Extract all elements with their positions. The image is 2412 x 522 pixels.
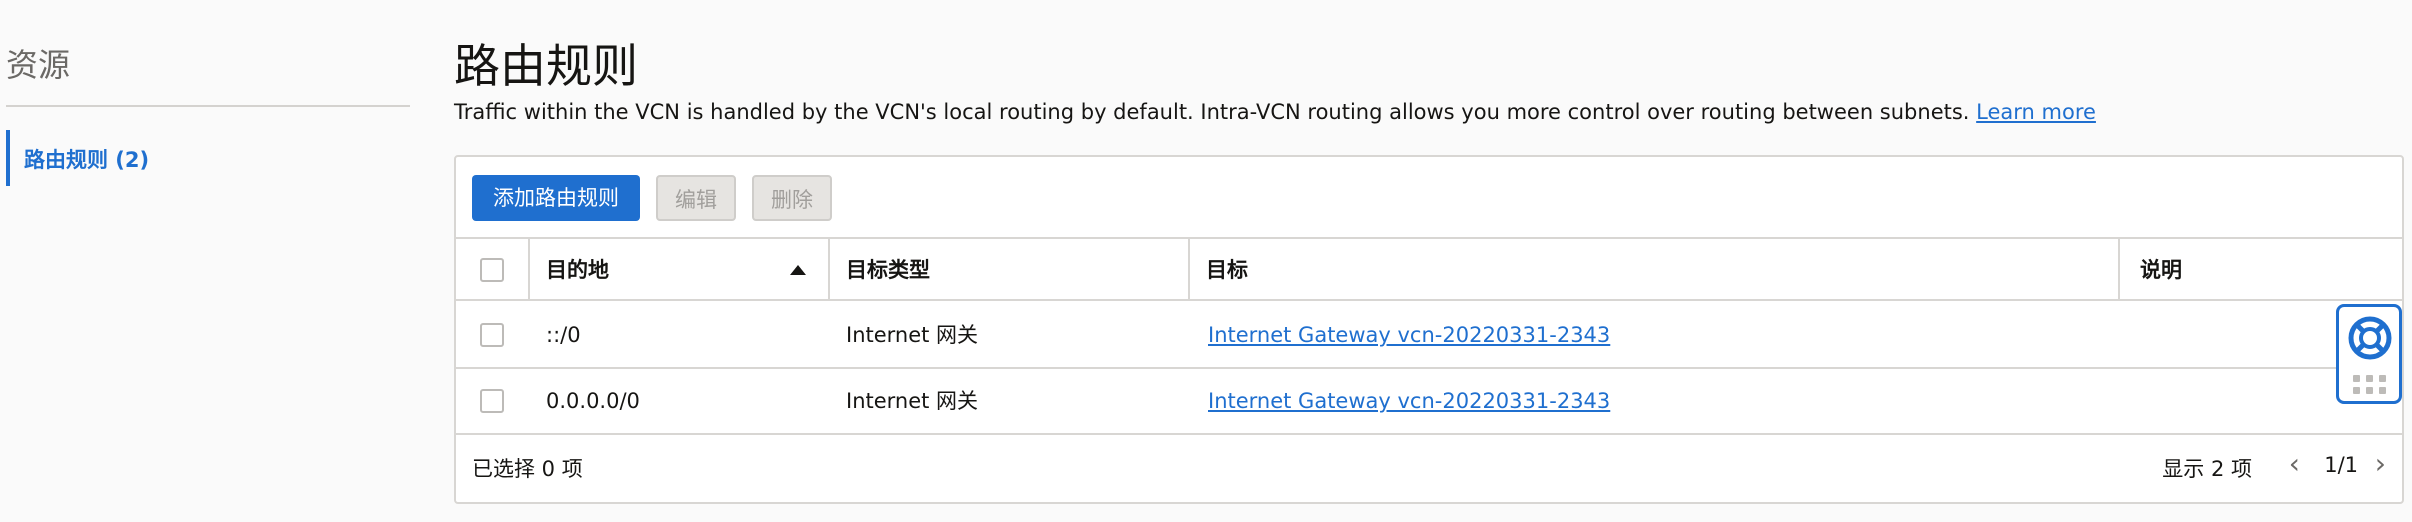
chevron-right-icon[interactable]: › xyxy=(2375,449,2386,479)
row-checkbox[interactable] xyxy=(480,389,504,413)
table-header: 目的地 目标类型 目标 说明 xyxy=(456,237,2402,301)
sidebar-divider xyxy=(6,105,410,107)
lifebuoy-icon xyxy=(2348,316,2392,360)
selected-count: 已选择 0 项 xyxy=(472,457,583,481)
cell-target: Internet Gateway vcn-20220331-2343 xyxy=(1208,303,1610,367)
column-header-target[interactable]: 目标 xyxy=(1206,239,1248,301)
drag-handle-icon[interactable] xyxy=(2353,375,2387,395)
sidebar-item-route-rules[interactable]: 路由规则 (2) xyxy=(6,130,410,186)
target-link[interactable]: Internet Gateway vcn-20220331-2343 xyxy=(1208,389,1610,413)
column-header-target-type[interactable]: 目标类型 xyxy=(846,239,930,301)
table-row: ::/0 Internet 网关 Internet Gateway vcn-20… xyxy=(456,303,2402,369)
row-checkbox[interactable] xyxy=(480,323,504,347)
column-header-destination[interactable]: 目的地 xyxy=(546,239,609,301)
sidebar-title: 资源 xyxy=(6,46,71,84)
page-indicator: 1/1 xyxy=(2324,453,2358,477)
edit-button[interactable]: 编辑 xyxy=(656,175,736,221)
cell-target-type: Internet 网关 xyxy=(846,323,979,347)
column-divider xyxy=(1188,239,1190,301)
target-link[interactable]: Internet Gateway vcn-20220331-2343 xyxy=(1208,323,1610,347)
showing-count: 显示 2 项 xyxy=(2162,457,2252,481)
sidebar-item-label: 路由规则 (2) xyxy=(24,148,150,172)
chevron-left-icon[interactable]: ‹ xyxy=(2289,449,2300,479)
table-row: 0.0.0.0/0 Internet 网关 Internet Gateway v… xyxy=(456,369,2402,435)
description-text: Traffic within the VCN is handled by the… xyxy=(454,100,1970,124)
route-rules-panel: 添加路由规则 编辑 删除 目的地 目标类型 目标 说明 ::/0 Interne… xyxy=(454,155,2404,504)
learn-more-link[interactable]: Learn more xyxy=(1976,100,2096,124)
add-route-rule-button[interactable]: 添加路由规则 xyxy=(472,175,640,221)
page-description: Traffic within the VCN is handled by the… xyxy=(454,100,2404,124)
page-title: 路由规则 xyxy=(454,39,638,93)
column-divider xyxy=(528,239,530,301)
cell-destination: ::/0 xyxy=(546,323,581,347)
page: 资源 路由规则 (2) 路由规则 Traffic within the VCN … xyxy=(0,0,2412,522)
select-all-checkbox[interactable] xyxy=(480,258,504,282)
column-divider xyxy=(2118,239,2120,301)
column-header-description[interactable]: 说明 xyxy=(2140,239,2182,301)
sort-ascending-icon[interactable] xyxy=(790,265,806,275)
cell-destination: 0.0.0.0/0 xyxy=(546,389,640,413)
help-widget[interactable] xyxy=(2336,304,2402,404)
delete-button[interactable]: 删除 xyxy=(752,175,832,221)
cell-target-type: Internet 网关 xyxy=(846,389,979,413)
column-divider xyxy=(828,239,830,301)
cell-target: Internet Gateway vcn-20220331-2343 xyxy=(1208,369,1610,433)
